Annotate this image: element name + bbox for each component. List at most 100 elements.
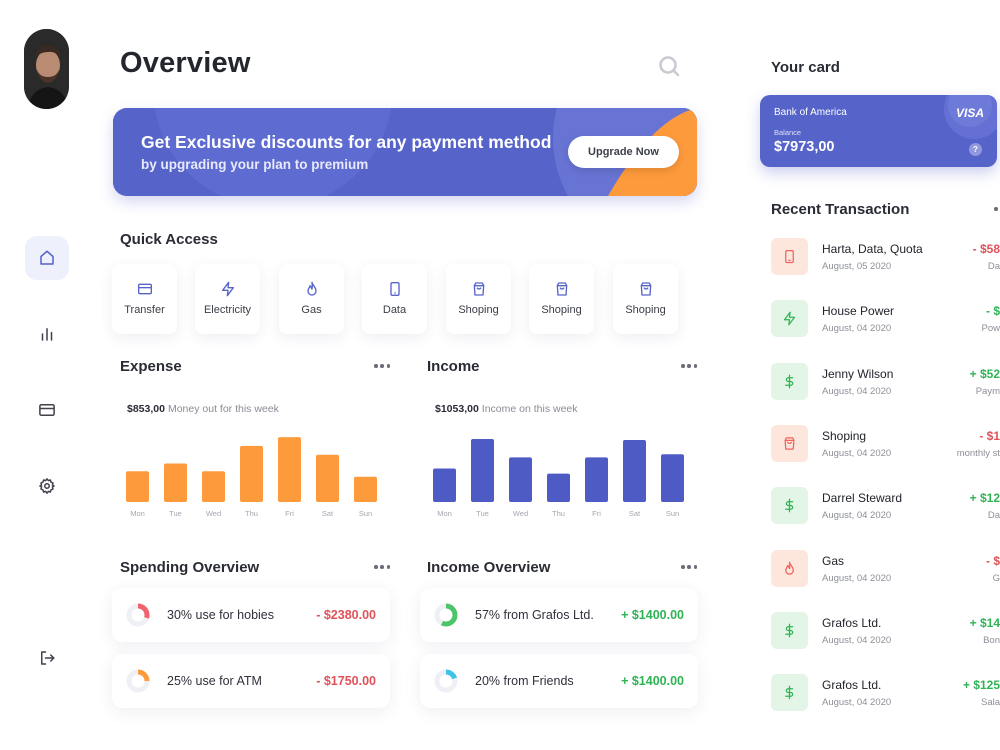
transaction-icon-box [771, 549, 808, 587]
quick-access-label: Shoping [458, 304, 499, 316]
quick-access-transfer[interactable]: Transfer [112, 264, 177, 334]
upgrade-now-button[interactable]: Upgrade Now [568, 136, 679, 168]
expense-bar-wed[interactable] [202, 471, 225, 502]
quick-access-shoping[interactable]: Shoping [529, 264, 594, 334]
expense-bar-mon[interactable] [126, 471, 149, 502]
income-more-button[interactable] [681, 363, 697, 369]
transaction-row[interactable]: Harta, Data, Quota August, 05 2020 - $58 Da [771, 238, 1000, 278]
phone-icon [785, 249, 794, 264]
quick-access-shoping[interactable]: Shoping [613, 264, 678, 334]
transaction-date: August, 04 2020 [822, 385, 892, 397]
expense-bar-sat[interactable] [316, 454, 339, 502]
transaction-date: August, 05 2020 [822, 261, 892, 272]
transaction-category: Da [987, 261, 1000, 272]
transaction-row[interactable]: Grafos Ltd. August, 04 2020 + $14 Bon [771, 611, 1000, 652]
income-overview-more-button[interactable] [681, 564, 697, 570]
quick-access-electricity[interactable]: Electricity [195, 264, 260, 334]
expense-bar-thu[interactable] [240, 445, 263, 502]
promo-subtitle: by upgrading your plan to premium [141, 157, 369, 172]
quick-access-label: Electricity [203, 304, 252, 316]
bank-card[interactable]: Bank of America VISA Balance $7973,00 ? [760, 95, 997, 167]
transaction-date: August, 04 2020 [822, 510, 892, 522]
income-item-grafos[interactable]: 57% from Grafos Ltd. + $1400.00 [420, 588, 698, 642]
dollar-icon [785, 374, 794, 388]
quick-access-data[interactable]: Data [362, 264, 427, 334]
logout-button[interactable] [25, 636, 69, 680]
expense-more-button[interactable] [374, 363, 390, 369]
transaction-category: Paym [975, 385, 1000, 397]
donut-icon [126, 669, 150, 693]
balance-value: $7973,00 [774, 139, 835, 155]
income-item-label: 57% from Grafos Ltd. [475, 608, 594, 622]
donut-icon [434, 603, 458, 627]
sidebar [0, 0, 92, 750]
income-bar-mon[interactable] [433, 468, 456, 502]
spending-item-label: 25% use for ATM [167, 674, 262, 688]
income-summary: $1053,00 Income on this week [435, 403, 578, 415]
sidebar-item-statistics[interactable] [25, 312, 69, 356]
recent-more-button[interactable] [994, 206, 1000, 212]
income-bar-tue[interactable] [471, 439, 494, 502]
transaction-icon-box [771, 424, 808, 462]
logout-icon [41, 651, 55, 665]
transaction-row[interactable]: House Power August, 04 2020 - $ Pow [771, 300, 1000, 340]
spending-item-atm[interactable]: 25% use for ATM - $1750.00 [112, 654, 390, 708]
quick-access-label: Data [382, 304, 407, 316]
expense-title: Expense [120, 358, 182, 375]
quick-access-gas[interactable]: Gas [279, 264, 344, 334]
dollar-icon [785, 623, 794, 638]
quick-access-label: Shoping [541, 304, 582, 316]
quick-access-shoping[interactable]: Shoping [446, 264, 511, 334]
quick-access-label: Transfer [124, 304, 165, 316]
income-tick-label: Wed [513, 509, 528, 518]
card-icon [39, 404, 55, 416]
income-bar-sun[interactable] [661, 454, 684, 502]
transaction-name: Jenny Wilson [822, 366, 894, 381]
sidebar-item-cards[interactable] [25, 388, 69, 432]
transaction-row[interactable]: Shoping August, 04 2020 - $1 monthly st [771, 424, 1000, 465]
transaction-icon-box [771, 238, 808, 275]
promo-banner: Get Exclusive discounts for any payment … [113, 108, 697, 196]
visa-logo: VISA [956, 106, 985, 120]
expense-amount: $853,00 [127, 403, 165, 415]
income-bar-fri[interactable] [585, 457, 608, 502]
income-bar-chart: Mon Tue Wed Thu Fri Sat Sun [433, 439, 684, 518]
transaction-row[interactable]: Darrel Steward August, 04 2020 + $12 Da [771, 487, 1000, 527]
spending-item-hobies[interactable]: 30% use for hobies - $2380.00 [112, 588, 390, 642]
expense-bar-tue[interactable] [164, 463, 187, 503]
transaction-row[interactable]: Jenny Wilson August, 04 2020 + $52 Paym [771, 362, 1000, 403]
expense-bar-chart: Mon Tue Wed Thu Fri Sat Sun [126, 437, 377, 518]
income-bar-sat[interactable] [623, 440, 646, 502]
expense-tick-label: Sun [359, 509, 372, 518]
profile-photo [24, 29, 69, 109]
expense-tick-label: Tue [169, 509, 182, 518]
transaction-row[interactable]: Gas August, 04 2020 - $ G [771, 549, 1000, 590]
search-button[interactable] [657, 54, 681, 78]
expense-bar-sun[interactable] [354, 476, 377, 502]
income-tick-label: Mon [437, 509, 452, 518]
income-bar-thu[interactable] [547, 473, 570, 502]
income-item-amount: + $1400.00 [621, 674, 684, 688]
help-button[interactable]: ? [969, 143, 982, 156]
sidebar-item-settings[interactable] [25, 464, 69, 508]
avatar[interactable] [24, 29, 69, 109]
transaction-amount: + $12 [969, 491, 1000, 506]
balance-label: Balance [774, 128, 802, 137]
sidebar-item-home[interactable] [25, 236, 69, 280]
spending-more-button[interactable] [374, 564, 390, 570]
transaction-row[interactable]: Grafos Ltd. August, 04 2020 + $125 Sala [771, 674, 1000, 714]
chart-icon [41, 328, 53, 341]
expense-tick-label: Wed [206, 509, 221, 518]
income-bar-wed[interactable] [509, 457, 532, 502]
income-tick-label: Sat [629, 509, 641, 518]
transaction-amount: + $125 [962, 678, 1000, 693]
transaction-icon-box [771, 487, 808, 525]
bag-icon [784, 437, 795, 450]
dollar-icon [785, 685, 794, 700]
promo-title: Get Exclusive discounts for any payment … [141, 132, 552, 152]
expense-bar-fri[interactable] [278, 437, 301, 502]
income-item-friends[interactable]: 20% from Friends + $1400.00 [420, 654, 698, 708]
transaction-name: Harta, Data, Quota [822, 242, 923, 256]
income-tick-label: Thu [552, 509, 565, 518]
transaction-name: Shoping [822, 428, 867, 443]
